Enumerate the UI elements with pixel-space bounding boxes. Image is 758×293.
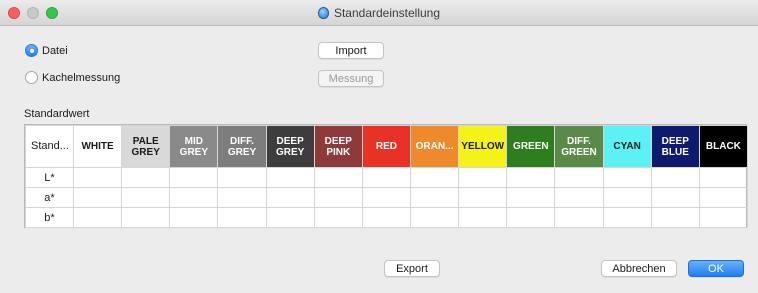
table-cell[interactable]: [506, 167, 556, 188]
window-title: Standardeinstellung: [333, 6, 441, 20]
table-cell[interactable]: [265, 167, 315, 188]
table-cell[interactable]: [554, 207, 604, 228]
column-header-deep-pink[interactable]: DEEP PINK: [313, 125, 363, 168]
table-cell[interactable]: [121, 207, 171, 228]
column-header-red[interactable]: RED: [361, 125, 411, 168]
column-header-yellow[interactable]: YELLOW: [458, 125, 508, 168]
table-cell[interactable]: [169, 187, 219, 208]
window-title-group: Standardeinstellung: [0, 0, 758, 26]
table-cell[interactable]: [72, 167, 123, 188]
table-cell[interactable]: [506, 187, 556, 208]
import-button[interactable]: Import: [318, 42, 384, 59]
column-header-black[interactable]: BLACK: [698, 125, 748, 168]
column-header-cyan[interactable]: CYAN: [602, 125, 652, 168]
table-cell[interactable]: [458, 167, 508, 188]
table-cell[interactable]: [121, 167, 171, 188]
standard-values-table: Stand... WHITE PALE GREY MID GREY DIFF. GRE…: [24, 124, 748, 228]
table-cell[interactable]: [361, 207, 411, 228]
radio-kachelmessung-label: Kachelmessung: [42, 71, 121, 84]
column-header-deep-grey[interactable]: DEEP GREY: [265, 125, 315, 168]
table-cell[interactable]: [698, 167, 748, 188]
table-row: L*: [25, 167, 748, 188]
table-cell[interactable]: [506, 207, 556, 228]
table-cell[interactable]: [458, 207, 508, 228]
table-cell[interactable]: [265, 207, 315, 228]
table-cell[interactable]: [169, 207, 219, 228]
table-cell[interactable]: [602, 167, 652, 188]
row-label: b*: [25, 207, 74, 228]
title-bar: Standardeinstellung: [0, 0, 758, 26]
table-cell[interactable]: [72, 207, 123, 228]
table-cell[interactable]: [121, 187, 171, 208]
table-row: a*: [25, 187, 748, 208]
table-cell[interactable]: [217, 187, 267, 208]
table-cell[interactable]: [313, 187, 363, 208]
table-cell[interactable]: [650, 207, 700, 228]
cancel-button[interactable]: Abbrechen: [601, 260, 677, 277]
column-header-oran[interactable]: ORAN...: [409, 125, 460, 168]
table-cell[interactable]: [554, 167, 604, 188]
table-cell[interactable]: [361, 167, 411, 188]
radio-kachelmessung-indicator[interactable]: [25, 71, 38, 84]
column-header-green[interactable]: GREEN: [506, 125, 556, 168]
table-cell[interactable]: [602, 187, 652, 208]
table-cell[interactable]: [169, 167, 219, 188]
table-cell[interactable]: [698, 187, 748, 208]
table-cell[interactable]: [554, 187, 604, 208]
table-cell[interactable]: [265, 187, 315, 208]
column-header-pale-grey[interactable]: PALE GREY: [121, 125, 171, 168]
standard-table: Stand... WHITE PALE GREY MID GREY DIFF. GRE…: [25, 125, 748, 228]
table-cell[interactable]: [458, 187, 508, 208]
table-cell[interactable]: [409, 187, 460, 208]
table-cell[interactable]: [217, 207, 267, 228]
column-header-diff-grey[interactable]: DIFF. GREY: [217, 125, 267, 168]
table-cell[interactable]: [409, 167, 460, 188]
table-cell[interactable]: [313, 167, 363, 188]
table-cell[interactable]: [313, 207, 363, 228]
standard-section-label: Standardwert: [24, 108, 90, 120]
table-cell[interactable]: [361, 187, 411, 208]
radio-datei-indicator[interactable]: [25, 44, 38, 57]
row-label: a*: [25, 187, 74, 208]
measure-button[interactable]: Messung: [318, 70, 384, 87]
settings-window: Standardeinstellung Datei Kachelmessung …: [0, 0, 758, 293]
app-icon: [317, 7, 329, 19]
table-cell[interactable]: [602, 207, 652, 228]
table-cell[interactable]: [72, 187, 123, 208]
table-body: L* a* b*: [25, 167, 748, 228]
radio-kachelmessung[interactable]: Kachelmessung: [25, 71, 120, 84]
column-header-deep-blue[interactable]: DEEP BLUE: [650, 125, 700, 168]
table-cell[interactable]: [409, 207, 460, 228]
table-cell[interactable]: [217, 167, 267, 188]
column-header-mid-grey[interactable]: MID GREY: [169, 125, 219, 168]
column-header-standard[interactable]: Stand...: [25, 125, 74, 168]
column-header-white[interactable]: WHITE: [72, 125, 123, 168]
table-cell[interactable]: [698, 207, 748, 228]
export-button[interactable]: Export: [384, 260, 440, 277]
table-row: b*: [25, 207, 748, 228]
ok-button[interactable]: OK: [688, 260, 744, 277]
table-cell[interactable]: [650, 167, 700, 188]
row-label: L*: [25, 167, 74, 188]
radio-datei[interactable]: Datei: [25, 44, 68, 57]
table-header-row: Stand... WHITE PALE GREY MID GREY DIFF. GRE…: [25, 125, 748, 168]
radio-datei-label: Datei: [42, 44, 68, 57]
column-header-diff-green[interactable]: DIFF. GREEN: [554, 125, 604, 168]
table-cell[interactable]: [650, 187, 700, 208]
